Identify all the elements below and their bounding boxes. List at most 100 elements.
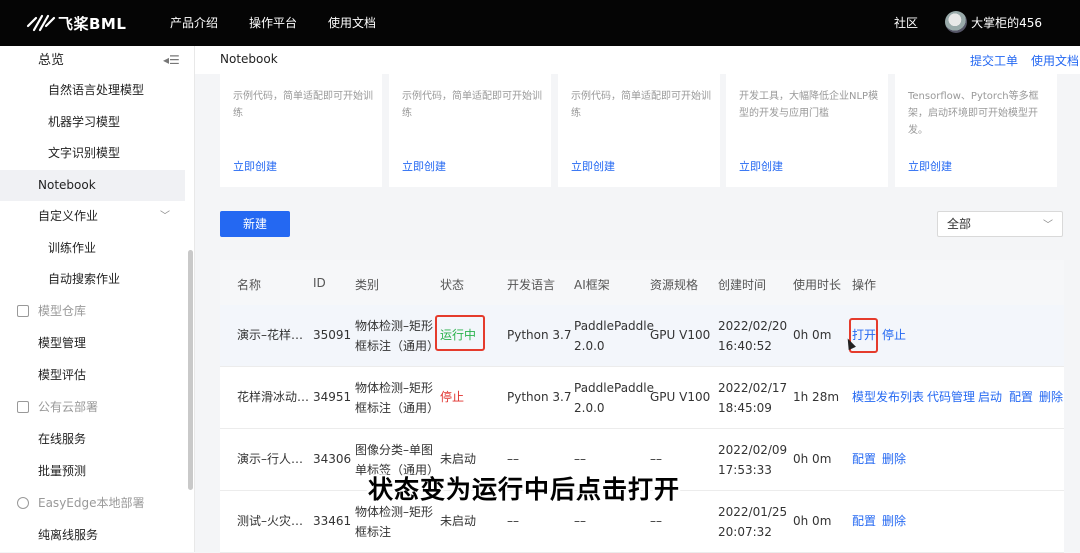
- sidebar-item-ocr-model[interactable]: 文字识别模型: [0, 138, 185, 169]
- sidebar-item-training-job[interactable]: 训练作业: [0, 233, 185, 264]
- code-management-link[interactable]: 代码管理: [927, 387, 975, 407]
- user-menu[interactable]: 大掌柜的456: [945, 11, 1042, 33]
- create-now-link[interactable]: 立即创建: [739, 158, 783, 174]
- sidebar-group-easyedge[interactable]: EasyEdge本地部署: [0, 488, 185, 519]
- framework-name: PaddlePaddle: [574, 319, 655, 333]
- model-repo-icon: [17, 305, 29, 317]
- notebook-id: 34951: [313, 390, 352, 404]
- brand-name: 飞桨BML: [58, 14, 127, 33]
- create-now-link[interactable]: 立即创建: [402, 158, 446, 174]
- stop-button[interactable]: 停止: [882, 325, 906, 345]
- notebook-name[interactable]: 测试–火灾…: [237, 511, 303, 531]
- notebook-id: 34306: [313, 452, 352, 466]
- create-now-link[interactable]: 立即创建: [233, 158, 277, 174]
- sidebar-item-model-management[interactable]: 模型管理: [0, 328, 185, 359]
- card-description: 示例代码，简单适配即可开始训练: [402, 91, 542, 119]
- column-header: 创建时间: [718, 278, 767, 292]
- nav-docs[interactable]: 使用文档: [328, 14, 376, 31]
- page-header: Notebook 提交工单 使用文档: [195, 46, 1080, 74]
- sidebar-item-label: 机器学习模型: [48, 115, 121, 129]
- column-header: 操作: [852, 278, 877, 292]
- delete-button[interactable]: 删除: [1039, 387, 1063, 407]
- sidebar-item-offline-service[interactable]: 纯离线服务: [0, 520, 185, 551]
- sidebar-item-label: 自定义作业: [38, 209, 99, 223]
- breadcrumb: Notebook: [220, 52, 278, 66]
- sidebar-item-label: 训练作业: [48, 241, 97, 255]
- sidebar-item-batch-prediction[interactable]: 批量预测: [0, 456, 185, 487]
- sidebar-item-label: EasyEdge本地部署: [38, 496, 145, 510]
- create-now-link[interactable]: 立即创建: [571, 158, 615, 174]
- sidebar-item-label: 纯离线服务: [38, 528, 99, 542]
- delete-button[interactable]: 删除: [882, 449, 906, 469]
- notebook-name[interactable]: 演示–花样…: [237, 325, 303, 345]
- nav-product-intro[interactable]: 产品介绍: [170, 14, 218, 31]
- new-notebook-button[interactable]: 新建: [220, 211, 290, 237]
- docs-link[interactable]: 使用文档: [1031, 52, 1079, 69]
- resource-spec: ––: [650, 452, 662, 466]
- sidebar-item-label: 批量预测: [38, 464, 87, 478]
- table-row: 花样滑冰动… 34951 物体检测–矩形 框标注（通用） 停止 Python 3…: [220, 367, 1064, 429]
- collapse-sidebar-icon[interactable]: ◂☰: [163, 45, 180, 76]
- sidebar-item-label: 模型仓库: [38, 304, 87, 318]
- category-line2: 框标注（通用）: [355, 401, 440, 415]
- notebook-id: 33461: [313, 514, 352, 528]
- sidebar-item-auto-search-job[interactable]: 自动搜索作业: [0, 264, 185, 295]
- nav-community[interactable]: 社区: [894, 14, 918, 31]
- sidebar-item-model-evaluation[interactable]: 模型评估: [0, 360, 185, 391]
- sidebar-item-custom-job[interactable]: 自定义作业 ﹀: [0, 201, 185, 232]
- delete-button[interactable]: 删除: [882, 511, 906, 531]
- notebook-name[interactable]: 演示–行人…: [237, 449, 303, 469]
- dev-language: Python 3.7: [507, 390, 572, 404]
- config-button[interactable]: 配置: [1009, 387, 1033, 407]
- dev-language: ––: [507, 452, 519, 466]
- sidebar-item-nlp-model[interactable]: 自然语言处理模型: [0, 75, 185, 106]
- notebook-id: 35091: [313, 328, 352, 342]
- sidebar-item-label: 模型管理: [38, 336, 87, 350]
- template-card: 示例代码，简单适配即可开始训练 立即创建: [389, 74, 551, 187]
- sidebar-item-label: Notebook: [38, 178, 96, 192]
- sidebar-scrollbar[interactable]: [188, 250, 193, 490]
- column-header: 状态: [440, 278, 465, 292]
- top-navbar: 飞桨BML 产品介绍 操作平台 使用文档 社区 大掌柜的456: [0, 0, 1080, 46]
- avatar: [945, 11, 968, 33]
- card-description: Tensorflow、Pytorch等多框架，启动环境即可开始模型开发。: [908, 91, 1039, 136]
- column-header: 使用时长: [793, 278, 842, 292]
- sidebar-item-notebook[interactable]: Notebook: [0, 170, 185, 201]
- sidebar-item-online-service[interactable]: 在线服务: [0, 424, 185, 455]
- sidebar-item-overview[interactable]: 总览 ◂☰: [0, 45, 185, 76]
- framework-version: 2.0.0: [574, 339, 605, 353]
- notebook-name[interactable]: 花样滑冰动…: [237, 387, 309, 407]
- config-button[interactable]: 配置: [852, 449, 876, 469]
- column-header: 开发语言: [507, 278, 556, 292]
- filter-value: 全部: [947, 217, 972, 231]
- status-badge: 未启动: [440, 452, 477, 466]
- submit-ticket-link[interactable]: 提交工单: [970, 52, 1018, 69]
- notebook-table: 名称 ID 类别 状态 开发语言 AI框架 资源规格 创建时间 使用时长 操作 …: [220, 260, 1064, 553]
- sidebar-item-label: 自然语言处理模型: [48, 83, 145, 97]
- sidebar-item-ml-model[interactable]: 机器学习模型: [0, 107, 185, 138]
- paddle-logo-icon: [26, 14, 56, 32]
- usage-duration: 0h 0m: [793, 452, 832, 466]
- card-description: 示例代码，简单适配即可开始训练: [233, 91, 373, 119]
- sidebar-group-model-repo[interactable]: 模型仓库: [0, 296, 185, 327]
- model-release-list-link[interactable]: 模型发布列表: [852, 387, 924, 407]
- nav-platform[interactable]: 操作平台: [249, 14, 297, 31]
- column-header: ID: [313, 276, 326, 290]
- start-button[interactable]: 启动: [978, 387, 1002, 407]
- framework-name: ––: [574, 514, 586, 528]
- column-header: AI框架: [574, 278, 610, 292]
- sidebar-item-label: 公有云部署: [38, 400, 99, 414]
- status-badge: 未启动: [440, 514, 477, 528]
- status-filter-select[interactable]: 全部 ﹀: [937, 211, 1063, 237]
- usage-duration: 0h 0m: [793, 328, 832, 342]
- category-line1: 物体检测–矩形: [355, 319, 434, 333]
- created-date: 2022/02/17: [718, 381, 788, 395]
- category-line2: 框标注: [355, 525, 392, 539]
- usage-duration: 0h 0m: [793, 514, 832, 528]
- create-now-link[interactable]: 立即创建: [908, 158, 952, 174]
- sidebar-group-cloud-deploy[interactable]: 公有云部署: [0, 392, 185, 423]
- config-button[interactable]: 配置: [852, 511, 876, 531]
- brand-logo[interactable]: 飞桨BML: [26, 11, 126, 35]
- created-date: 2022/01/25: [718, 505, 788, 519]
- dev-language: Python 3.7: [507, 328, 572, 342]
